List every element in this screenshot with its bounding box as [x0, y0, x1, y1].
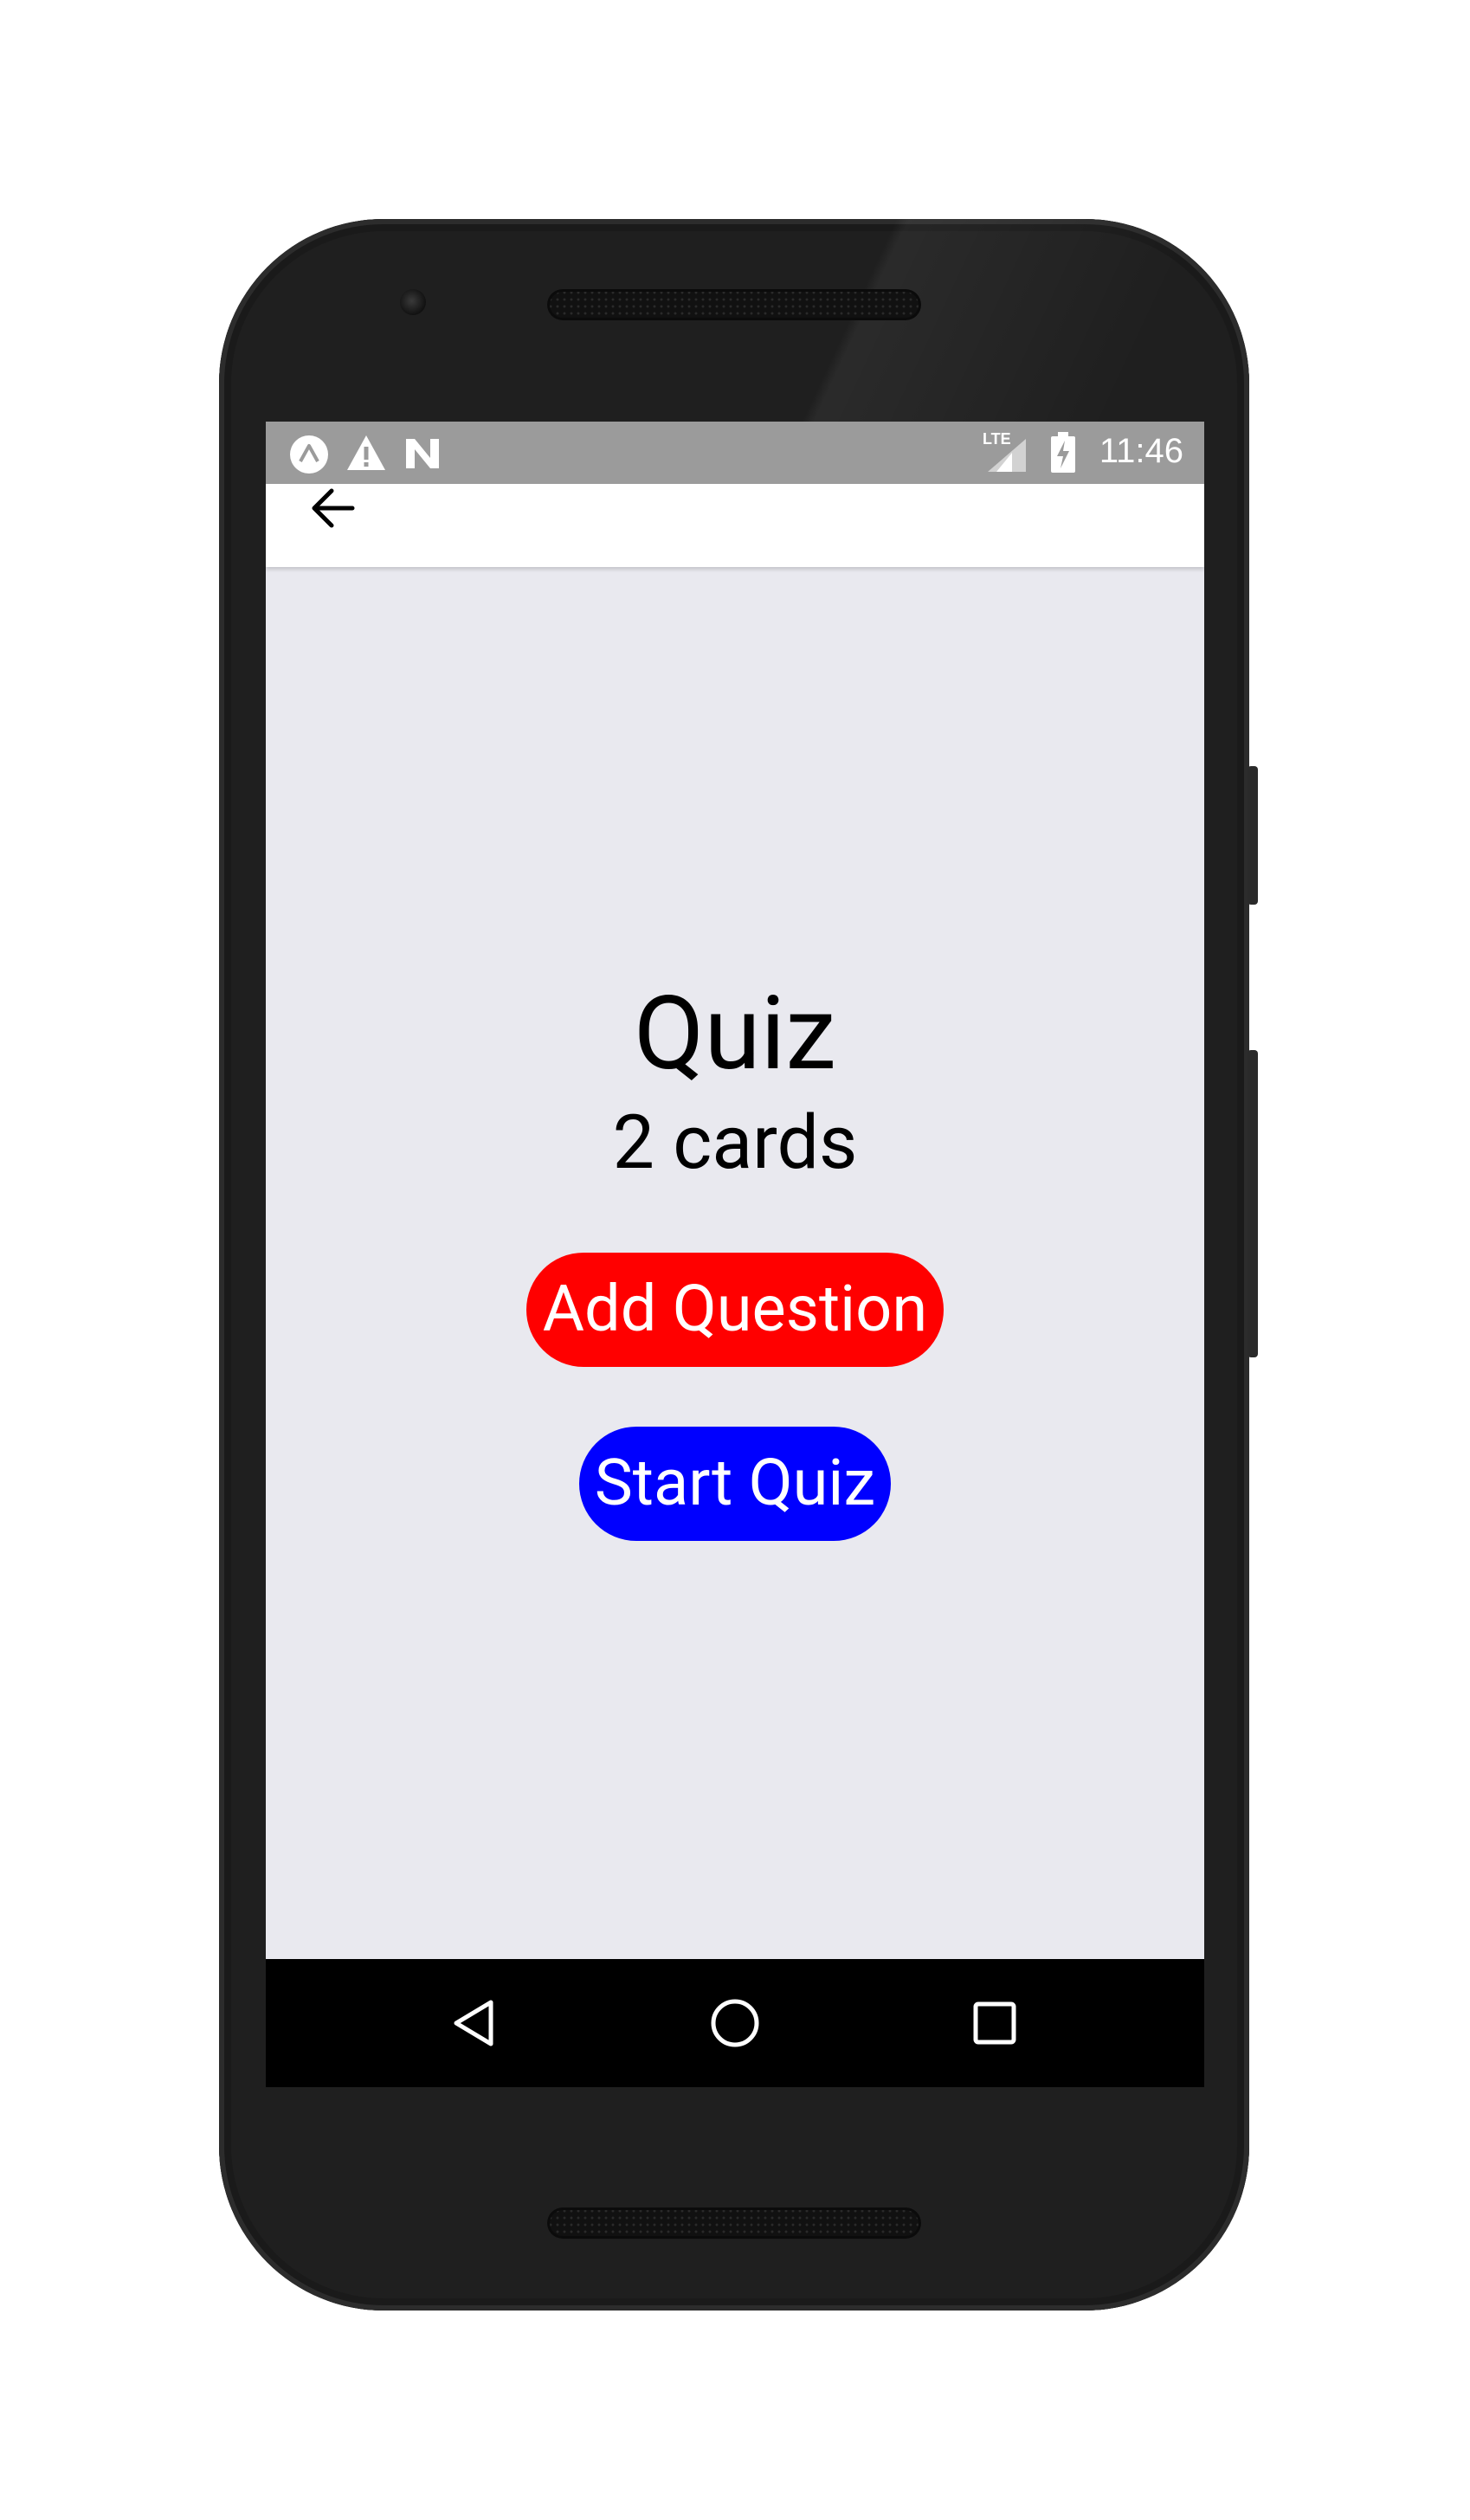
back-button[interactable]	[307, 484, 370, 532]
back-triangle-icon	[442, 2000, 508, 2059]
signal-icon	[983, 435, 1028, 477]
warning-icon	[345, 434, 387, 477]
recents-square-icon	[962, 2001, 1028, 2059]
add-question-button[interactable]: Add Question	[526, 1253, 944, 1367]
n-icon	[403, 434, 442, 477]
deck-title: Quiz	[634, 974, 836, 1093]
screen: LTE 11:46 Quiz 2 cards Add Question Star…	[266, 422, 1204, 2087]
deck-detail: Quiz 2 cards Add Question Start Quiz	[266, 567, 1204, 1959]
start-quiz-button[interactable]: Start Quiz	[579, 1427, 891, 1541]
card-count: 2 cards	[612, 1099, 858, 1186]
status-bar: LTE 11:46	[266, 422, 1204, 484]
arrow-left-icon	[307, 488, 359, 536]
top-speaker-grille	[547, 289, 921, 320]
system-nav-bar	[266, 1959, 1204, 2087]
bottom-speaker-grille	[547, 2207, 921, 2239]
power-button	[1248, 766, 1258, 905]
status-time: 11:46	[1099, 432, 1183, 470]
front-camera	[400, 289, 426, 315]
nav-back-button[interactable]	[442, 1990, 508, 2056]
app-header	[266, 484, 1204, 567]
battery-charging-icon	[1050, 432, 1076, 477]
volume-button	[1248, 1050, 1258, 1357]
nav-home-button[interactable]	[702, 1990, 768, 2056]
device-frame: LTE 11:46 Quiz 2 cards Add Question Star…	[0, 0, 1470, 2520]
home-circle-icon	[702, 1999, 768, 2059]
nav-recents-button[interactable]	[962, 1990, 1028, 2056]
expo-icon	[288, 434, 330, 479]
